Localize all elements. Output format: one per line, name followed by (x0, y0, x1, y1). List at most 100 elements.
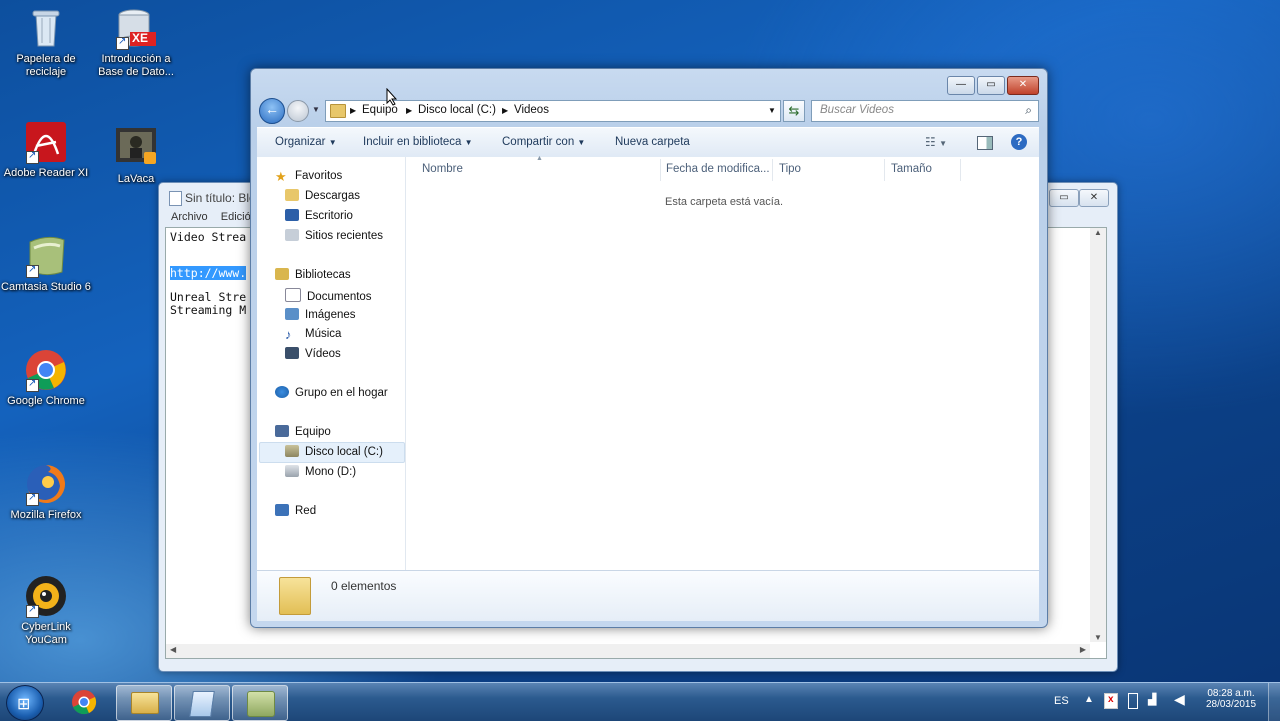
column-header-date[interactable]: Fecha de modifica... (666, 163, 770, 175)
column-header-type[interactable]: Tipo (779, 163, 801, 175)
explorer-window[interactable]: — ▭ ✕ ← ▼ ▶ Equipo ▶ Disco local (C:) ▶ … (250, 68, 1048, 628)
chrome-icon (72, 690, 97, 715)
taskbar-notepad[interactable] (174, 685, 230, 721)
nav-documents[interactable]: Documentos (285, 288, 372, 303)
nav-label: Equipo (295, 426, 331, 438)
scroll-up-icon[interactable]: ▲ (1094, 228, 1102, 237)
desktop-icon-recycle-bin[interactable]: Papelera de reciclaje (0, 6, 92, 79)
taskbar-chrome[interactable] (58, 685, 112, 719)
minimize-button[interactable]: — (947, 76, 975, 95)
nav-desktop[interactable]: Escritorio (285, 209, 353, 222)
text-line: Streaming M (170, 303, 247, 317)
images-icon (285, 308, 299, 320)
clock[interactable]: 08:28 a.m. 28/03/2015 (1196, 688, 1266, 710)
nav-local-disk[interactable]: Disco local (C:) (285, 445, 383, 458)
notepad-maximize-button[interactable]: ▭ (1049, 189, 1079, 207)
forward-button[interactable] (287, 100, 309, 122)
nav-recent[interactable]: Sitios recientes (285, 229, 383, 242)
back-button[interactable]: ← (259, 98, 285, 124)
youcam-icon (24, 574, 68, 618)
selected-text-line: http://www. (170, 266, 247, 280)
scroll-left-icon[interactable]: ◀ (170, 645, 176, 654)
scroll-right-icon[interactable]: ▶ (1080, 645, 1086, 654)
vertical-scrollbar[interactable]: ▲ ▼ (1090, 228, 1106, 642)
back-arrow-icon: ← (265, 101, 279, 117)
desktop-icon (285, 209, 299, 221)
include-label: Incluir en biblioteca (363, 136, 462, 148)
menu-archivo[interactable]: Archivo (171, 211, 208, 223)
nav-mono-drive[interactable]: Mono (D:) (285, 465, 356, 478)
chevron-down-icon: ▼ (328, 138, 337, 147)
nav-label: Favoritos (295, 170, 343, 182)
action-center-icon[interactable]: x (1104, 693, 1118, 709)
new-folder-button[interactable]: Nueva carpeta (615, 136, 690, 148)
network-signal-icon[interactable]: ▟ (1148, 693, 1156, 706)
taskbar-camtasia[interactable] (232, 685, 288, 721)
videos-icon (285, 347, 299, 359)
desktop-icon-adobe-reader[interactable]: Adobe Reader XI (0, 120, 92, 180)
breadcrumb-disco-local[interactable]: Disco local (C:) (418, 104, 496, 116)
nav-label: Mono (D:) (305, 466, 357, 478)
nav-favorites[interactable]: ★ Favoritos (275, 169, 343, 184)
share-label: Compartir con (502, 136, 575, 148)
view-options-icon[interactable]: ☷ ▼ (925, 135, 947, 149)
share-with-button[interactable]: Compartir con ▼ (502, 136, 585, 148)
organize-label: Organizar (275, 136, 326, 148)
desktop-icon-database-intro[interactable]: XE Introducción a Base de Dato... (90, 6, 182, 79)
text-line: Unreal Stre (170, 290, 247, 304)
nav-computer[interactable]: Equipo (275, 425, 331, 438)
language-indicator[interactable]: ES (1054, 695, 1069, 707)
close-button[interactable]: ✕ (1007, 76, 1039, 95)
show-hidden-icons[interactable]: ▲ (1084, 694, 1094, 705)
command-bar: Organizar ▼ Incluir en biblioteca ▼ Comp… (257, 127, 1039, 159)
volume-icon[interactable]: ◀ (1174, 691, 1185, 708)
nav-videos[interactable]: Vídeos (285, 347, 341, 360)
menu-edicion[interactable]: Edició (221, 211, 251, 223)
breadcrumb-separator-icon: ▶ (406, 106, 413, 115)
maximize-button[interactable]: ▭ (977, 76, 1005, 95)
notepad-menu-bar: Archivo Edició (171, 211, 261, 223)
recent-pages-icon[interactable]: ▼ (312, 105, 320, 114)
adobe-reader-icon (24, 120, 68, 164)
include-library-button[interactable]: Incluir en biblioteca ▼ (363, 136, 473, 148)
address-dropdown-icon[interactable]: ▼ (768, 106, 776, 115)
breadcrumb-separator-icon: ▶ (502, 106, 509, 115)
notepad-close-button[interactable]: ✕ (1079, 189, 1109, 207)
help-icon[interactable]: ? (1011, 134, 1027, 150)
preview-pane-icon[interactable] (977, 136, 993, 150)
desktop-icon-camtasia[interactable]: Camtasia Studio 6 (0, 234, 92, 294)
desktop-icon-youcam[interactable]: CyberLink YouCam (0, 574, 92, 647)
taskbar-explorer[interactable] (116, 685, 172, 721)
breadcrumb-videos[interactable]: Videos (514, 104, 549, 116)
nav-homegroup[interactable]: Grupo en el hogar (275, 386, 388, 399)
file-list[interactable]: ▲ Nombre Fecha de modifica... Tipo Tamañ… (406, 155, 1039, 570)
desktop-icon-firefox[interactable]: Mozilla Firefox (0, 462, 92, 522)
nav-label: Escritorio (305, 210, 353, 222)
shortcut-arrow-icon (26, 491, 39, 506)
nav-network[interactable]: Red (275, 504, 316, 517)
organize-button[interactable]: Organizar ▼ (275, 136, 337, 148)
nav-images[interactable]: Imágenes (285, 308, 356, 321)
search-input[interactable]: Buscar Videos ⌕ (811, 100, 1039, 122)
sort-indicator-icon: ▲ (536, 155, 543, 162)
nav-libraries[interactable]: Bibliotecas (275, 268, 351, 281)
column-header-size[interactable]: Tamaño (891, 163, 932, 175)
computer-icon (275, 425, 289, 437)
show-desktop-button[interactable] (1268, 683, 1280, 721)
nav-label: Descargas (305, 190, 360, 202)
clock-date: 28/03/2015 (1205, 699, 1257, 710)
nav-downloads[interactable]: Descargas (285, 189, 360, 202)
column-header-name[interactable]: Nombre (422, 163, 463, 175)
nav-music[interactable]: ♪ Música (285, 327, 341, 342)
horizontal-scrollbar[interactable]: ◀ ▶ (166, 644, 1090, 658)
nav-label: Documentos (307, 291, 372, 303)
scroll-down-icon[interactable]: ▼ (1094, 633, 1102, 642)
desktop-icon-chrome[interactable]: Google Chrome (0, 348, 92, 408)
desktop-icon-label: Camtasia Studio 6 (1, 281, 91, 293)
windows-logo-icon: ⊞ (17, 696, 31, 713)
refresh-button[interactable]: ⇆ (783, 100, 805, 122)
desktop-icon-lavaca[interactable]: LaVaca (90, 126, 182, 186)
documents-icon (285, 288, 301, 302)
battery-icon[interactable] (1128, 693, 1138, 709)
start-button[interactable]: ⊞ (6, 685, 44, 721)
